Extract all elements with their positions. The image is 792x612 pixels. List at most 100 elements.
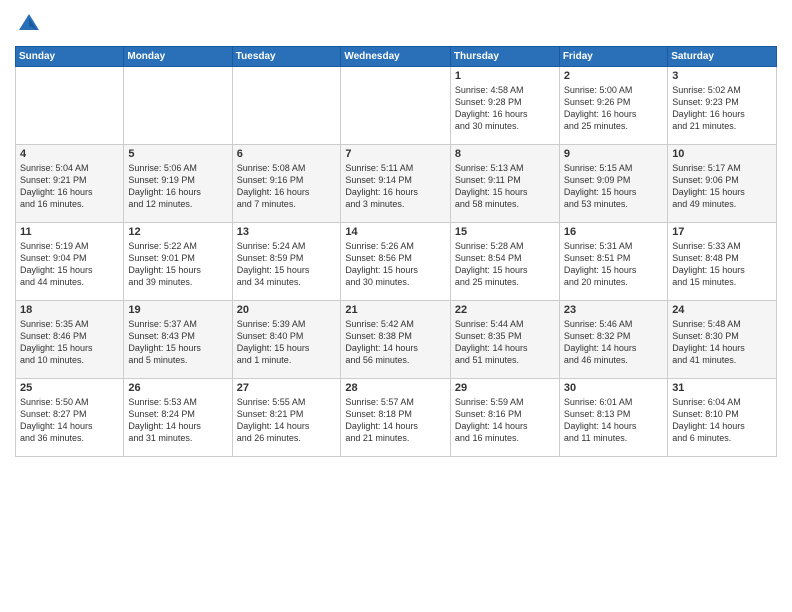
day-number: 7 [345, 148, 446, 160]
day-cell: 11 Sunrise: 5:19 AM Sunset: 9:04 PM Dayli… [16, 223, 124, 301]
day-number: 3 [672, 70, 772, 82]
day-info: Sunrise: 5:15 AM Sunset: 9:09 PM Dayligh… [564, 162, 663, 211]
week-row-4: 18 Sunrise: 5:35 AM Sunset: 8:46 PM Dayli… [16, 301, 777, 379]
day-number: 23 [564, 304, 663, 316]
day-number: 27 [237, 382, 337, 394]
day-number: 25 [20, 382, 119, 394]
day-info: Sunrise: 5:39 AM Sunset: 8:40 PM Dayligh… [237, 318, 337, 367]
week-row-5: 25 Sunrise: 5:50 AM Sunset: 8:27 PM Dayli… [16, 379, 777, 457]
day-cell: 5 Sunrise: 5:06 AM Sunset: 9:19 PM Daylig… [124, 145, 232, 223]
day-info: Sunrise: 5:50 AM Sunset: 8:27 PM Dayligh… [20, 396, 119, 445]
day-cell: 8Sunrise: 5:13 AM Sunset: 9:11 PM Daylig… [450, 145, 559, 223]
day-number: 8 [455, 148, 555, 160]
day-header-friday: Friday [559, 47, 667, 67]
day-info: Sunrise: 5:37 AM Sunset: 8:43 PM Dayligh… [128, 318, 227, 367]
day-header-tuesday: Tuesday [232, 47, 341, 67]
day-cell: 6 Sunrise: 5:08 AM Sunset: 9:16 PM Daylig… [232, 145, 341, 223]
logo-icon [15, 10, 43, 38]
day-number: 15 [455, 226, 555, 238]
week-row-1: 1 Sunrise: 4:58 AM Sunset: 9:28 PM Daylig… [16, 67, 777, 145]
day-cell: 27Sunrise: 5:55 AM Sunset: 8:21 PM Dayli… [232, 379, 341, 457]
day-info: Sunrise: 5:19 AM Sunset: 9:04 PM Dayligh… [20, 240, 119, 289]
day-number: 20 [237, 304, 337, 316]
day-cell [341, 67, 451, 145]
day-cell: 19 Sunrise: 5:37 AM Sunset: 8:43 PM Dayli… [124, 301, 232, 379]
day-cell: 31 Sunrise: 6:04 AM Sunset: 8:10 PM Dayli… [668, 379, 777, 457]
day-cell: 26Sunrise: 5:53 AM Sunset: 8:24 PM Dayli… [124, 379, 232, 457]
day-number: 17 [672, 226, 772, 238]
day-number: 26 [128, 382, 227, 394]
day-info: Sunrise: 5:57 AM Sunset: 8:18 PM Dayligh… [345, 396, 446, 445]
day-info: Sunrise: 5:44 AM Sunset: 8:35 PM Dayligh… [455, 318, 555, 367]
day-info: Sunrise: 4:58 AM Sunset: 9:28 PM Dayligh… [455, 84, 555, 133]
day-cell: 1 Sunrise: 4:58 AM Sunset: 9:28 PM Daylig… [450, 67, 559, 145]
day-info: Sunrise: 5:26 AM Sunset: 8:56 PM Dayligh… [345, 240, 446, 289]
day-cell: 7 Sunrise: 5:11 AM Sunset: 9:14 PM Daylig… [341, 145, 451, 223]
day-number: 5 [128, 148, 227, 160]
day-number: 1 [455, 70, 555, 82]
day-info: Sunrise: 5:11 AM Sunset: 9:14 PM Dayligh… [345, 162, 446, 211]
day-cell: 16 Sunrise: 5:31 AM Sunset: 8:51 PM Dayli… [559, 223, 667, 301]
week-row-2: 4Sunrise: 5:04 AM Sunset: 9:21 PM Daylig… [16, 145, 777, 223]
day-number: 16 [564, 226, 663, 238]
day-number: 28 [345, 382, 446, 394]
day-cell: 15 Sunrise: 5:28 AM Sunset: 8:54 PM Dayli… [450, 223, 559, 301]
day-number: 2 [564, 70, 663, 82]
day-info: Sunrise: 5:35 AM Sunset: 8:46 PM Dayligh… [20, 318, 119, 367]
day-cell: 28 Sunrise: 5:57 AM Sunset: 8:18 PM Dayli… [341, 379, 451, 457]
day-number: 22 [455, 304, 555, 316]
day-number: 24 [672, 304, 772, 316]
day-info: Sunrise: 5:22 AM Sunset: 9:01 PM Dayligh… [128, 240, 227, 289]
day-info: Sunrise: 5:46 AM Sunset: 8:32 PM Dayligh… [564, 318, 663, 367]
day-header-sunday: Sunday [16, 47, 124, 67]
day-header-saturday: Saturday [668, 47, 777, 67]
day-number: 11 [20, 226, 119, 238]
day-cell: 2 Sunrise: 5:00 AM Sunset: 9:26 PM Daylig… [559, 67, 667, 145]
day-cell: 22 Sunrise: 5:44 AM Sunset: 8:35 PM Dayli… [450, 301, 559, 379]
day-number: 9 [564, 148, 663, 160]
day-info: Sunrise: 5:31 AM Sunset: 8:51 PM Dayligh… [564, 240, 663, 289]
day-cell: 18 Sunrise: 5:35 AM Sunset: 8:46 PM Dayli… [16, 301, 124, 379]
day-cell: 29 Sunrise: 5:59 AM Sunset: 8:16 PM Dayli… [450, 379, 559, 457]
day-info: Sunrise: 6:04 AM Sunset: 8:10 PM Dayligh… [672, 396, 772, 445]
day-number: 13 [237, 226, 337, 238]
day-cell: 17Sunrise: 5:33 AM Sunset: 8:48 PM Dayli… [668, 223, 777, 301]
day-info: Sunrise: 5:42 AM Sunset: 8:38 PM Dayligh… [345, 318, 446, 367]
day-cell: 25 Sunrise: 5:50 AM Sunset: 8:27 PM Dayli… [16, 379, 124, 457]
day-number: 31 [672, 382, 772, 394]
day-info: Sunrise: 5:48 AM Sunset: 8:30 PM Dayligh… [672, 318, 772, 367]
day-cell: 13 Sunrise: 5:24 AM Sunset: 8:59 PM Dayli… [232, 223, 341, 301]
day-cell: 30 Sunrise: 6:01 AM Sunset: 8:13 PM Dayli… [559, 379, 667, 457]
day-cell: 23 Sunrise: 5:46 AM Sunset: 8:32 PM Dayli… [559, 301, 667, 379]
day-number: 29 [455, 382, 555, 394]
day-info: Sunrise: 5:00 AM Sunset: 9:26 PM Dayligh… [564, 84, 663, 133]
day-info: Sunrise: 5:06 AM Sunset: 9:19 PM Dayligh… [128, 162, 227, 211]
day-info: Sunrise: 5:28 AM Sunset: 8:54 PM Dayligh… [455, 240, 555, 289]
day-info: Sunrise: 6:01 AM Sunset: 8:13 PM Dayligh… [564, 396, 663, 445]
day-cell [232, 67, 341, 145]
day-info: Sunrise: 5:08 AM Sunset: 9:16 PM Dayligh… [237, 162, 337, 211]
day-number: 21 [345, 304, 446, 316]
week-row-3: 11 Sunrise: 5:19 AM Sunset: 9:04 PM Dayli… [16, 223, 777, 301]
day-cell: 21 Sunrise: 5:42 AM Sunset: 8:38 PM Dayli… [341, 301, 451, 379]
page: SundayMondayTuesdayWednesdayThursdayFrid… [0, 0, 792, 612]
day-number: 6 [237, 148, 337, 160]
day-info: Sunrise: 5:17 AM Sunset: 9:06 PM Dayligh… [672, 162, 772, 211]
day-cell: 12 Sunrise: 5:22 AM Sunset: 9:01 PM Dayli… [124, 223, 232, 301]
day-info: Sunrise: 5:02 AM Sunset: 9:23 PM Dayligh… [672, 84, 772, 133]
day-header-thursday: Thursday [450, 47, 559, 67]
day-info: Sunrise: 5:59 AM Sunset: 8:16 PM Dayligh… [455, 396, 555, 445]
day-number: 18 [20, 304, 119, 316]
day-info: Sunrise: 5:24 AM Sunset: 8:59 PM Dayligh… [237, 240, 337, 289]
day-number: 19 [128, 304, 227, 316]
day-number: 10 [672, 148, 772, 160]
logo [15, 10, 47, 38]
day-cell: 4Sunrise: 5:04 AM Sunset: 9:21 PM Daylig… [16, 145, 124, 223]
day-cell [124, 67, 232, 145]
day-cell [16, 67, 124, 145]
day-number: 12 [128, 226, 227, 238]
day-cell: 14Sunrise: 5:26 AM Sunset: 8:56 PM Dayli… [341, 223, 451, 301]
day-header-monday: Monday [124, 47, 232, 67]
day-header-wednesday: Wednesday [341, 47, 451, 67]
day-number: 30 [564, 382, 663, 394]
